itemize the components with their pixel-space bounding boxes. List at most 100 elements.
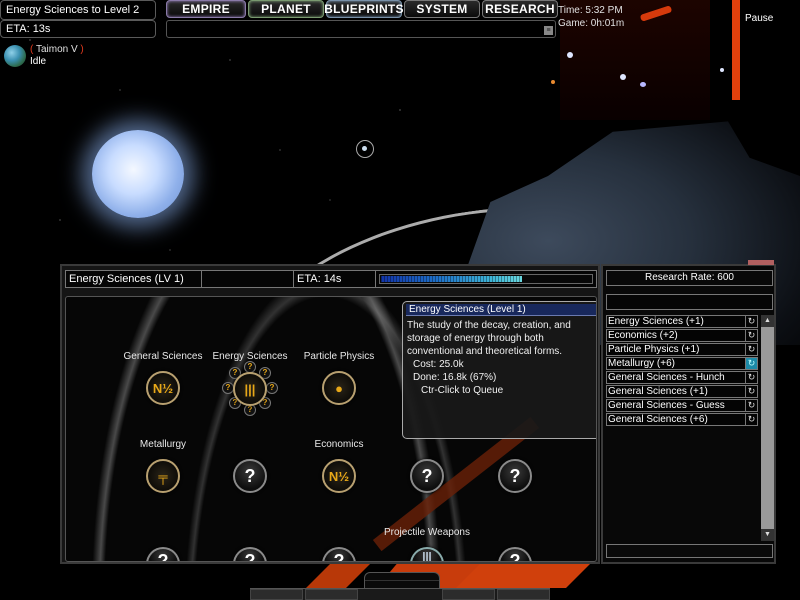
build-queue-eta: ETA: 13s: [0, 20, 156, 38]
current-research-extra: [202, 271, 294, 287]
main-nav: EMPIRE PLANET BLUEPRINTS SYSTEM RESEARCH: [166, 0, 558, 18]
selected-planet[interactable]: ( Taimon V ) Idle: [4, 44, 84, 68]
unknown-tech-icon[interactable]: ?: [498, 459, 532, 493]
scroll-up-icon[interactable]: ▲: [761, 315, 774, 327]
console-slot[interactable]: [442, 589, 495, 600]
build-queue-title[interactable]: Energy Sciences to Level 2: [0, 0, 156, 20]
general-sciences-icon[interactable]: N½: [146, 371, 180, 405]
repeat-toggle-icon[interactable]: ↻: [745, 414, 757, 425]
tech-unknown[interactable]: ?: [205, 439, 295, 493]
distant-planet[interactable]: [551, 80, 555, 84]
research-queue-panel: Research Rate: 600 Energy Sciences (+1) …: [601, 260, 776, 564]
game-time: Game: 0h:01m: [558, 18, 625, 29]
tooltip-description: The study of the decay, creation, and st…: [407, 320, 571, 357]
repeat-toggle-icon[interactable]: ↻: [745, 358, 757, 369]
queue-item[interactable]: Energy Sciences (+1) ↻: [606, 315, 758, 328]
message-bar[interactable]: ≡: [166, 20, 556, 38]
tech-projectile-weapons[interactable]: Projectile Weapons |||: [382, 527, 472, 561]
tech-unknown[interactable]: ?: [118, 527, 208, 561]
nav-empire-button[interactable]: EMPIRE: [166, 0, 246, 18]
energy-sciences-ring: ? ? ? ? ? ? ? ? |||: [222, 361, 278, 417]
queue-item[interactable]: Particle Physics (+1) ↻: [606, 343, 758, 356]
unknown-tech-icon[interactable]: ?: [322, 547, 356, 561]
research-progress: [376, 271, 596, 287]
planet-icon[interactable]: [4, 45, 26, 67]
pause-button[interactable]: Pause: [745, 13, 773, 24]
star[interactable]: [92, 130, 184, 218]
research-window: Energy Sciences (LV 1) ETA: 14s General …: [60, 264, 600, 564]
unknown-tech-icon[interactable]: ?: [233, 459, 267, 493]
economics-icon[interactable]: N½: [322, 459, 356, 493]
queue-filter-input[interactable]: [606, 294, 773, 310]
tech-unknown[interactable]: ?: [382, 439, 472, 493]
queue-item[interactable]: General Sciences - Hunch ↻: [606, 371, 758, 384]
tech-unknown[interactable]: ?: [205, 527, 295, 561]
queue-footer-field[interactable]: [606, 544, 773, 558]
tooltip-cost: Cost: 25.0k: [413, 359, 464, 370]
close-panel-button[interactable]: [748, 260, 774, 265]
progress-fill: [381, 276, 522, 282]
tech-general-sciences[interactable]: General Sciences N½: [118, 351, 208, 405]
tech-unknown[interactable]: ?: [294, 527, 384, 561]
repeat-toggle-icon[interactable]: ↻: [745, 330, 757, 341]
queue-item[interactable]: General Sciences (+1) ↻: [606, 385, 758, 398]
distant-planet[interactable]: [567, 52, 573, 58]
nav-research-button[interactable]: RESEARCH: [482, 0, 558, 18]
console-gap: [360, 589, 440, 600]
tech-tree[interactable]: General Sciences N½ Energy Sciences ? ? …: [65, 296, 597, 562]
repeat-toggle-icon[interactable]: ↻: [745, 316, 757, 327]
unknown-tech-icon[interactable]: ?: [233, 547, 267, 561]
energy-sciences-icon[interactable]: |||: [233, 372, 267, 406]
console-slot[interactable]: [497, 589, 550, 600]
queue-item[interactable]: Metallurgy (+6) ↻: [606, 357, 758, 370]
real-time: Time: 5:32 PM: [558, 5, 623, 16]
particle-physics-icon[interactable]: ●: [322, 371, 356, 405]
tech-economics[interactable]: Economics N½: [294, 439, 384, 493]
projectile-weapons-icon[interactable]: |||: [410, 547, 444, 561]
tooltip-hint: Ctr-Click to Queue: [421, 385, 504, 396]
console-slot[interactable]: [250, 589, 303, 600]
distant-planet[interactable]: [720, 68, 724, 72]
nav-planet-button[interactable]: PLANET: [248, 0, 324, 18]
queue-scrollbar[interactable]: ▲ ▼: [761, 315, 774, 541]
current-research-eta: ETA: 14s: [294, 271, 376, 287]
queue-item[interactable]: General Sciences - Guess ↻: [606, 399, 758, 412]
queue-item[interactable]: General Sciences (+6) ↻: [606, 413, 758, 426]
tech-unknown[interactable]: ?: [470, 439, 560, 493]
queue-item[interactable]: Economics (+2) ↻: [606, 329, 758, 342]
research-header: Energy Sciences (LV 1) ETA: 14s: [65, 270, 597, 288]
current-research-name: Energy Sciences (LV 1): [66, 271, 202, 287]
nav-blueprints-button[interactable]: BLUEPRINTS: [324, 0, 404, 18]
unknown-tech-icon[interactable]: ?: [498, 547, 532, 561]
distant-planet[interactable]: [640, 82, 646, 87]
expand-messages-icon[interactable]: ≡: [544, 26, 553, 35]
unknown-tech-icon[interactable]: ?: [146, 547, 180, 561]
repeat-toggle-icon[interactable]: ↻: [745, 344, 757, 355]
repeat-toggle-icon[interactable]: ↻: [745, 372, 757, 383]
unknown-subtech-icon[interactable]: ?: [266, 382, 278, 394]
structure-beam: [732, 0, 740, 100]
tooltip-title: Energy Sciences (Level 1): [406, 304, 596, 316]
nav-system-button[interactable]: SYSTEM: [404, 0, 480, 18]
tooltip-done: Done: 16.8k (67%): [413, 372, 497, 383]
research-rate: Research Rate: 600: [606, 270, 773, 286]
scroll-down-icon[interactable]: ▼: [761, 529, 774, 541]
planet-name[interactable]: ( Taimon V ): [30, 44, 84, 56]
distant-planet[interactable]: [620, 74, 626, 80]
queue-list: Energy Sciences (+1) ↻ Economics (+2) ↻ …: [606, 315, 758, 427]
tech-metallurgy[interactable]: Metallurgy ╤: [118, 439, 208, 493]
tech-particle-physics[interactable]: Particle Physics ●: [294, 351, 384, 405]
clock: Time: 5:32 PM Game: 0h:01m: [558, 4, 624, 30]
progress-track: [379, 274, 593, 284]
metallurgy-icon[interactable]: ╤: [146, 459, 180, 493]
repeat-toggle-icon[interactable]: ↻: [745, 400, 757, 411]
bottom-console: [250, 588, 550, 600]
planet-status: Idle: [30, 56, 47, 67]
repeat-toggle-icon[interactable]: ↻: [745, 386, 757, 397]
tech-unknown[interactable]: ?: [470, 527, 560, 561]
unknown-tech-icon[interactable]: ?: [410, 459, 444, 493]
planet-marker[interactable]: [356, 140, 374, 158]
tech-energy-sciences[interactable]: Energy Sciences ? ? ? ? ? ? ? ? |||: [205, 351, 295, 417]
console-slot[interactable]: [305, 589, 358, 600]
tech-tooltip: Energy Sciences (Level 1) The study of t…: [402, 301, 596, 439]
